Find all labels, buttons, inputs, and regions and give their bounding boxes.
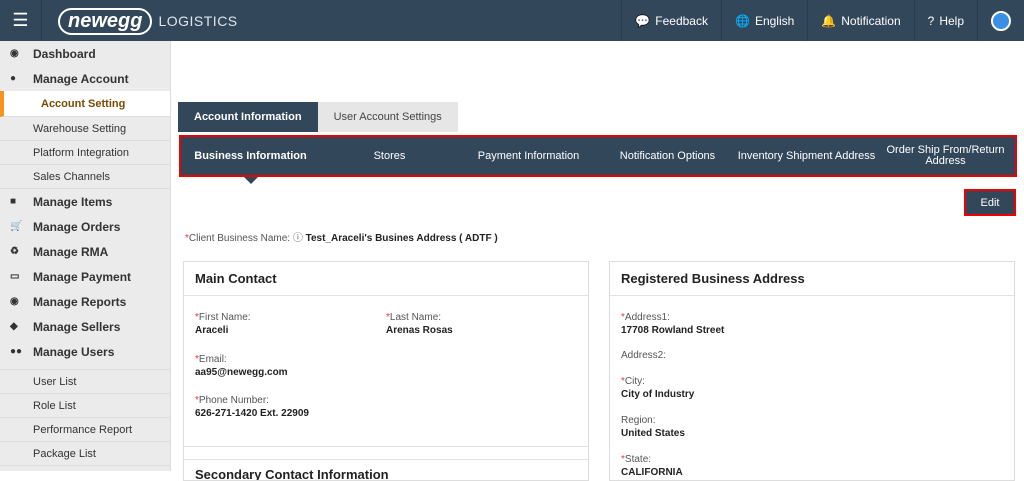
phone-field: *Phone Number: 626-271-1420 Ext. 22909 bbox=[195, 395, 309, 419]
recycle-icon: ♻ bbox=[10, 246, 19, 257]
sidebar-sub-user-list[interactable]: User List bbox=[0, 370, 170, 394]
sidebar-item-manage-account[interactable]: ● Manage Account bbox=[0, 66, 170, 91]
user-avatar[interactable] bbox=[977, 0, 1024, 41]
label: Manage Items bbox=[33, 194, 113, 209]
label: Notification bbox=[841, 13, 901, 28]
tab-account-information[interactable]: Account Information bbox=[178, 102, 318, 132]
sidebar-item-manage-sellers[interactable]: ◆ Manage Sellers bbox=[0, 314, 170, 339]
active-indicator bbox=[244, 177, 258, 184]
main-content: Account Information User Account Setting… bbox=[172, 41, 1024, 481]
value: Test_Araceli's Busines Address ( ADTF ) bbox=[305, 233, 498, 244]
address1-field: *Address1: 17708 Rowland Street bbox=[621, 312, 725, 336]
sidebar-item-manage-reports[interactable]: ◉ Manage Reports bbox=[0, 289, 170, 314]
label: Manage Account bbox=[33, 71, 129, 86]
reports-icon: ◉ bbox=[10, 296, 19, 307]
sidebar-item-manage-users[interactable]: ●● Manage Users bbox=[0, 339, 170, 364]
language-link[interactable]: 🌐 English bbox=[720, 0, 807, 41]
subnav-notification-options[interactable]: Notification Options bbox=[598, 150, 737, 162]
label: Manage Users bbox=[33, 344, 115, 359]
logo-brand: newegg bbox=[58, 7, 153, 35]
label: Client Business Name: bbox=[188, 233, 291, 244]
help-icon[interactable]: ⓘ bbox=[293, 233, 303, 244]
tab-user-account-settings[interactable]: User Account Settings bbox=[317, 102, 458, 132]
card-title: Main Contact bbox=[184, 262, 588, 296]
label: Manage Sellers bbox=[33, 319, 121, 334]
help-link[interactable]: ? Help bbox=[913, 0, 977, 41]
secondary-contact-title: Secondary Contact Information bbox=[195, 467, 389, 481]
last-name-field: *Last Name: Arenas Rosas bbox=[386, 312, 453, 336]
credit-card-icon: ▭ bbox=[10, 271, 20, 282]
help-icon: ? bbox=[927, 13, 935, 28]
sidebar-sub-package-list[interactable]: Package List bbox=[0, 442, 170, 466]
feedback-link[interactable]: 💬 Feedback bbox=[621, 0, 721, 41]
tag-icon: ◆ bbox=[10, 321, 18, 332]
notification-link[interactable]: 🔔 Notification bbox=[807, 0, 913, 41]
state-field: *State: CALIFORNIA bbox=[621, 454, 683, 478]
subnav-stores[interactable]: Stores bbox=[320, 150, 459, 162]
sidebar-item-manage-orders[interactable]: 🛒 Manage Orders bbox=[0, 214, 170, 239]
logo-product: LOGISTICS bbox=[158, 13, 238, 29]
globe-icon: 🌐 bbox=[734, 13, 750, 28]
logo[interactable]: newegg LOGISTICS bbox=[58, 6, 238, 36]
avatar-icon bbox=[991, 10, 1011, 31]
address2-field: Address2: bbox=[621, 350, 667, 361]
sidebar-item-manage-payment[interactable]: ▭ Manage Payment bbox=[0, 264, 170, 289]
sidebar-item-manage-rma[interactable]: ♻ Manage RMA bbox=[0, 239, 170, 264]
top-bar: ☰ newegg LOGISTICS 💬 Feedback 🌐 English 🔔 No… bbox=[0, 0, 1024, 41]
sidebar-sub-account-setting[interactable]: Account Setting bbox=[0, 91, 170, 117]
email-field: *Email: aa95@newegg.com bbox=[195, 354, 288, 378]
sidebar-sub-sales-channels[interactable]: Sales Channels bbox=[0, 165, 170, 189]
menu-toggle-icon[interactable]: ☰ bbox=[0, 0, 42, 41]
label: Manage Payment bbox=[33, 269, 132, 284]
users-icon: ●● bbox=[10, 346, 23, 357]
label: Manage RMA bbox=[33, 244, 109, 259]
label: Manage Orders bbox=[33, 219, 121, 234]
label: Feedback bbox=[655, 13, 708, 28]
bell-icon: 🔔 bbox=[821, 13, 837, 28]
region-field: Region: United States bbox=[621, 415, 685, 439]
chat-icon: 💬 bbox=[635, 13, 651, 28]
subnav-order-ship-from-return-address[interactable]: Order Ship From/Return Address bbox=[876, 145, 1015, 167]
main-contact-card: Main Contact *First Name: Araceli *Last N… bbox=[183, 261, 589, 481]
dashboard-icon: ◉ bbox=[10, 48, 19, 59]
box-icon: ■ bbox=[10, 196, 17, 207]
subnav-business-information[interactable]: Business Information bbox=[181, 150, 320, 162]
sidebar-sub-performance-report[interactable]: Performance Report bbox=[0, 418, 170, 442]
card-title: Registered Business Address bbox=[610, 262, 1014, 296]
sidebar-item-manage-items[interactable]: ■ Manage Items bbox=[0, 189, 170, 214]
sidebar-sub-role-list[interactable]: Role List bbox=[0, 394, 170, 418]
first-name-field: *First Name: Araceli bbox=[195, 312, 251, 336]
label: Help bbox=[939, 13, 964, 28]
edit-button[interactable]: Edit bbox=[964, 189, 1016, 216]
sidebar-sub-platform-integration[interactable]: Platform Integration bbox=[0, 141, 170, 165]
sidebar-sub-warehouse-setting[interactable]: Warehouse Setting bbox=[0, 117, 170, 141]
client-business-name: *Client Business Name: ⓘ Test_Araceli's … bbox=[185, 233, 498, 244]
user-icon: ● bbox=[10, 73, 17, 84]
sidebar-item-dashboard[interactable]: ◉ Dashboard bbox=[0, 41, 170, 66]
label: Manage Reports bbox=[33, 294, 127, 309]
section-nav: Business Information Stores Payment Info… bbox=[179, 135, 1017, 177]
label: Dashboard bbox=[33, 46, 96, 61]
label: English bbox=[754, 13, 795, 28]
sidebar: ◉ Dashboard ● Manage Account Account Setti… bbox=[0, 41, 171, 471]
subnav-payment-information[interactable]: Payment Information bbox=[459, 150, 598, 162]
registered-address-card: Registered Business Address *Address1: 17… bbox=[609, 261, 1015, 481]
city-field: *City: City of Industry bbox=[621, 376, 695, 400]
subnav-inventory-shipment-address[interactable]: Inventory Shipment Address bbox=[737, 150, 876, 162]
cart-icon: 🛒 bbox=[10, 221, 23, 232]
